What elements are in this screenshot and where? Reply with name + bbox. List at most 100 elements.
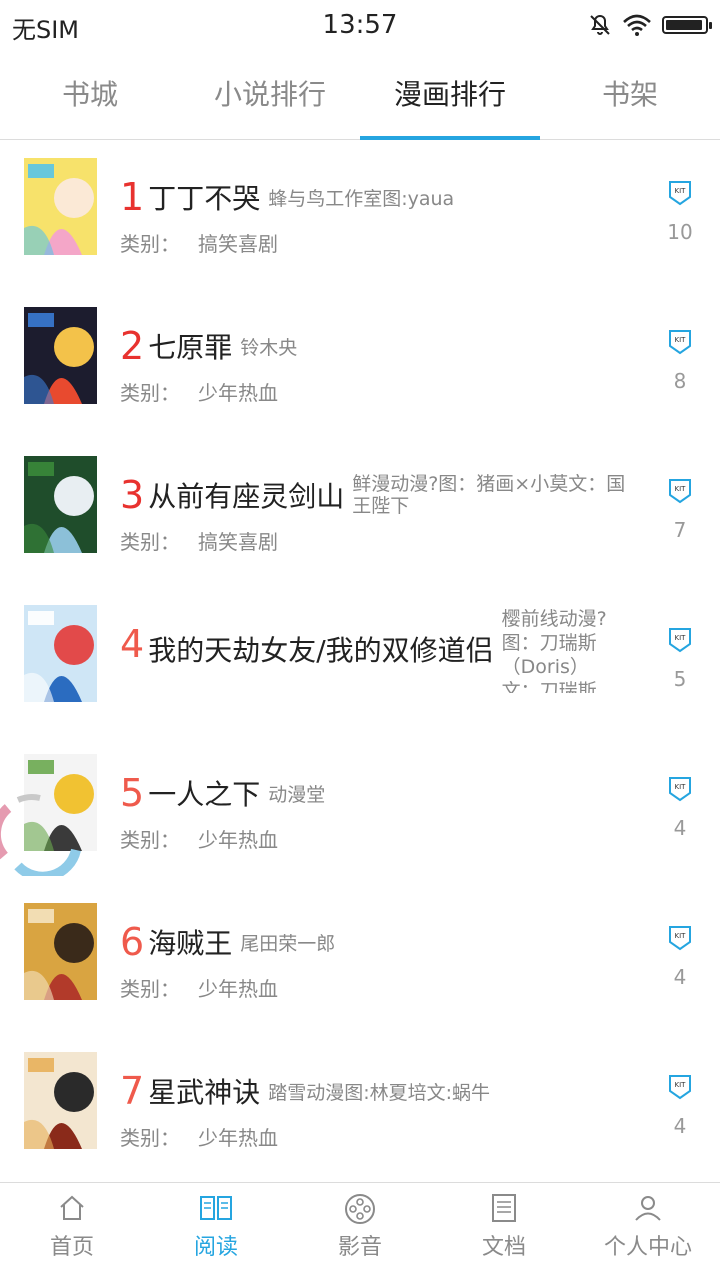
book-title[interactable]: 一人之下 (148, 773, 260, 813)
item-title-line: 3 从前有座灵剑山 鲜漫动漫?图：猪画×小莫文：国王陛下 (120, 472, 640, 518)
bookmark-icon: KIT (668, 777, 692, 806)
rank-number: 5 (120, 771, 145, 815)
nav-item-4[interactable]: 个人中心 (576, 1183, 720, 1281)
category-value: 少年热血 (198, 977, 278, 1001)
svg-text:KIT: KIT (675, 932, 687, 940)
book-category: 类别： 少年热血 (120, 824, 640, 853)
book-category: 类别： 搞笑喜剧 (120, 526, 640, 555)
rank-number: 2 (120, 324, 145, 368)
item-info: 3 从前有座灵剑山 鲜漫动漫?图：猪画×小莫文：国王陛下类别： 搞笑喜剧 (120, 472, 640, 555)
svg-text:KIT: KIT (675, 336, 687, 344)
floating-ring-icon[interactable] (0, 786, 82, 876)
category-value: 搞笑喜剧 (198, 530, 278, 554)
item-title-line: 1 丁丁不哭 蜂与鸟工作室图:yaua (120, 174, 640, 220)
category-value: 少年热血 (198, 828, 278, 852)
book-cover[interactable] (24, 605, 97, 702)
list-item[interactable]: 4 我的天劫女友/我的双修道侣 樱前线动漫?图：刀瑞斯（Doris）文：刀瑞斯 KI… (0, 587, 720, 736)
item-title-line: 7 星武神诀 踏雪动漫图:林夏培文:蜗牛 (120, 1068, 640, 1114)
nav-label: 首页 (49, 1235, 94, 1260)
rank-number: 7 (120, 1069, 145, 1113)
book-title[interactable]: 我的天劫女友/我的双修道侣 (148, 629, 493, 669)
rank-number: 3 (120, 473, 145, 517)
list-item[interactable]: 2 七原罪 铃木央类别： 少年热血 KIT 8 (0, 289, 720, 438)
collect-count: 4 (673, 1114, 687, 1138)
list-item[interactable]: 3 从前有座灵剑山 鲜漫动漫?图：猪画×小莫文：国王陛下类别： 搞笑喜剧 KIT 7 (0, 438, 720, 587)
list-item[interactable]: 5 一人之下 动漫堂类别： 少年热血 KIT 4 (0, 736, 720, 885)
document-icon (432, 1193, 576, 1223)
category-value: 少年热血 (198, 1126, 278, 1150)
collect-badge[interactable]: KIT 8 (666, 329, 694, 393)
collect-badge[interactable]: KIT 5 (666, 627, 694, 691)
list-item[interactable]: 6 海贼王 尾田荣一郎类别： 少年热血 KIT 4 (0, 885, 720, 1034)
book-cover[interactable] (24, 903, 97, 1000)
item-info: 7 星武神诀 踏雪动漫图:林夏培文:蜗牛类别： 少年热血 (120, 1068, 640, 1151)
collect-count: 8 (673, 369, 687, 393)
list-item[interactable]: 7 星武神诀 踏雪动漫图:林夏培文:蜗牛类别： 少年热血 KIT 4 (0, 1034, 720, 1182)
book-author: 尾田荣一郎 (240, 932, 336, 955)
book-title[interactable]: 海贼王 (148, 922, 232, 962)
nav-item-1[interactable]: 阅读 (144, 1183, 288, 1281)
list-item[interactable]: 1 丁丁不哭 蜂与鸟工作室图:yaua 类别： 搞笑喜剧 KIT 10 (0, 140, 720, 289)
book-title[interactable]: 星武神诀 (148, 1071, 260, 1111)
category-value: 少年热血 (198, 381, 278, 405)
bookmark-icon: KIT (668, 926, 692, 955)
collect-count: 7 (673, 518, 687, 542)
ranking-list: 1 丁丁不哭 蜂与鸟工作室图:yaua 类别： 搞笑喜剧 KIT 10 2 七原罪 铃木央类… (0, 140, 720, 1182)
collect-badge[interactable]: KIT 7 (666, 478, 694, 542)
book-author: 樱前线动漫?图：刀瑞斯（Doris）文：刀瑞斯 (501, 608, 607, 693)
wifi-icon (623, 14, 651, 36)
nav-label: 阅读 (193, 1235, 238, 1260)
bookmark-icon: KIT (668, 628, 692, 657)
item-title-line: 5 一人之下 动漫堂 (120, 770, 640, 816)
bottom-nav: 首页 阅读 影音 文档 个人中心 (0, 1182, 720, 1281)
tab-1[interactable]: 小说排行 (180, 52, 360, 139)
item-title-line: 2 七原罪 铃木央 (120, 323, 640, 369)
tab-2[interactable]: 漫画排行 (360, 52, 540, 140)
collect-count: 10 (667, 220, 693, 244)
nav-item-2[interactable]: 影音 (288, 1183, 432, 1281)
rank-number: 6 (120, 920, 145, 964)
book-cover[interactable] (24, 1052, 97, 1149)
nav-item-3[interactable]: 文档 (432, 1183, 576, 1281)
item-title-line: 6 海贼王 尾田荣一郎 (120, 919, 640, 965)
top-tab-bar: 书城 小说排行 漫画排行 书架 (0, 52, 720, 140)
category-label: 类别： (120, 232, 180, 256)
svg-text:KIT: KIT (675, 1081, 687, 1089)
category-value: 搞笑喜剧 (198, 232, 278, 256)
rank-number: 4 (120, 622, 145, 666)
book-title[interactable]: 丁丁不哭 (148, 177, 260, 217)
category-label: 类别： (120, 530, 180, 554)
category-label: 类别： (120, 977, 180, 1001)
item-info: 2 七原罪 铃木央类别： 少年热血 (120, 323, 640, 406)
book-category: 类别： 少年热血 (120, 377, 640, 406)
nav-item-0[interactable]: 首页 (0, 1183, 144, 1281)
battery-icon (662, 16, 712, 34)
svg-text:KIT: KIT (675, 485, 687, 493)
book-author: 鲜漫动漫?图：猪画×小莫文：国王陛下 (352, 473, 626, 517)
tab-3[interactable]: 书架 (540, 52, 720, 139)
bookmark-icon: KIT (668, 1075, 692, 1104)
book-category: 类别： 少年热血 (120, 973, 640, 1002)
collect-badge[interactable]: KIT 4 (666, 776, 694, 840)
item-info: 5 一人之下 动漫堂类别： 少年热血 (120, 770, 640, 853)
collect-badge[interactable]: KIT 10 (666, 180, 694, 244)
category-label: 类别： (120, 381, 180, 405)
book-cover[interactable] (24, 158, 97, 255)
collect-badge[interactable]: KIT 4 (666, 925, 694, 989)
book-title[interactable]: 从前有座灵剑山 (148, 475, 344, 515)
svg-text:KIT: KIT (675, 634, 687, 642)
rank-number: 1 (120, 175, 145, 219)
home-icon (0, 1193, 144, 1223)
item-info: 4 我的天劫女友/我的双修道侣 樱前线动漫?图：刀瑞斯（Doris）文：刀瑞斯 (120, 608, 640, 693)
book-cover[interactable] (24, 456, 97, 553)
tab-0[interactable]: 书城 (0, 52, 180, 139)
nav-label: 个人中心 (603, 1235, 692, 1260)
book-author: 踏雪动漫图:林夏培文:蜗牛 (268, 1081, 491, 1104)
svg-text:KIT: KIT (675, 187, 687, 195)
book-title[interactable]: 七原罪 (148, 326, 232, 366)
book-category: 类别： 少年热血 (120, 1122, 640, 1151)
book-cover[interactable] (24, 307, 97, 404)
category-label: 类别： (120, 828, 180, 852)
mute-bell-icon (590, 14, 610, 35)
collect-badge[interactable]: KIT 4 (666, 1074, 694, 1138)
